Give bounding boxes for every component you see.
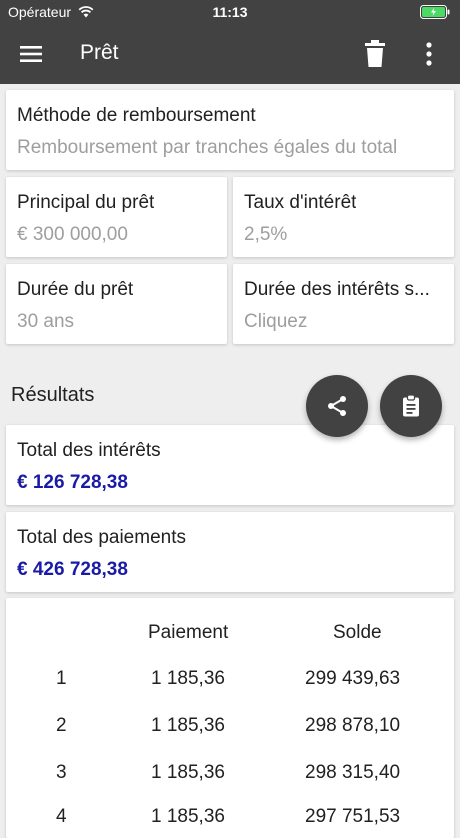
app-bar: Prêt [0,24,460,84]
delete-icon[interactable] [364,40,386,68]
row-payment: 1 185,36 [151,668,225,689]
interest-duration-label: Durée des intérêts s... [244,279,430,300]
principal-card[interactable]: Principal du prêt € 300 000,00 [6,177,227,257]
row-number: 4 [56,806,67,827]
column-header-balance: Solde [333,622,382,643]
column-header-payment: Paiement [148,622,229,643]
total-payments-card: Total des paiements € 426 728,38 [6,512,454,592]
row-number: 2 [56,715,67,736]
page-title: Prêt [80,41,119,64]
loan-duration-value: 30 ans [17,311,75,332]
share-icon [328,396,346,416]
row-number: 1 [56,668,67,689]
loan-duration-card[interactable]: Durée du prêt 30 ans [6,264,227,344]
interest-rate-label: Taux d'intérêt [244,192,357,213]
amortization-table: Paiement Solde 1 1 185,36 299 439,63 2 1… [6,598,454,838]
repayment-method-label: Méthode de remboursement [17,105,256,126]
total-interest-value: € 126 728,38 [17,472,128,493]
results-heading: Résultats [11,384,95,406]
interest-duration-card[interactable]: Durée des intérêts s... Cliquez [233,264,454,344]
row-number: 3 [56,762,67,783]
total-interest-card: Total des intérêts € 126 728,38 [6,425,454,505]
clock: 11:13 [212,4,248,20]
row-balance: 298 878,10 [305,715,401,736]
total-interest-label: Total des intérêts [17,440,161,461]
share-button[interactable] [306,375,368,437]
row-payment: 1 185,36 [151,806,225,827]
row-payment: 1 185,36 [151,715,225,736]
interest-rate-value: 2,5% [244,224,288,245]
principal-label: Principal du prêt [17,192,155,213]
total-payments-value: € 426 728,38 [17,559,128,580]
principal-value: € 300 000,00 [17,224,128,245]
more-icon[interactable] [420,41,438,67]
status-bar: Opérateur 11:13 [0,0,460,24]
repayment-method-value: Remboursement par tranches égales du tot… [17,137,398,158]
interest-rate-card[interactable]: Taux d'intérêt 2,5% [233,177,454,257]
total-payments-label: Total des paiements [17,527,186,548]
loan-duration-label: Durée du prêt [17,279,134,300]
battery-icon [420,5,450,19]
row-balance: 298 315,40 [305,762,401,783]
clipboard-icon [403,394,419,417]
copy-results-button[interactable] [380,375,442,437]
row-balance: 299 439,63 [305,668,401,689]
menu-icon[interactable] [18,42,44,66]
row-payment: 1 185,36 [151,762,225,783]
repayment-method-card[interactable]: Méthode de remboursement Remboursement p… [6,90,454,170]
row-balance: 297 751,53 [305,806,401,827]
interest-duration-value: Cliquez [244,311,308,332]
